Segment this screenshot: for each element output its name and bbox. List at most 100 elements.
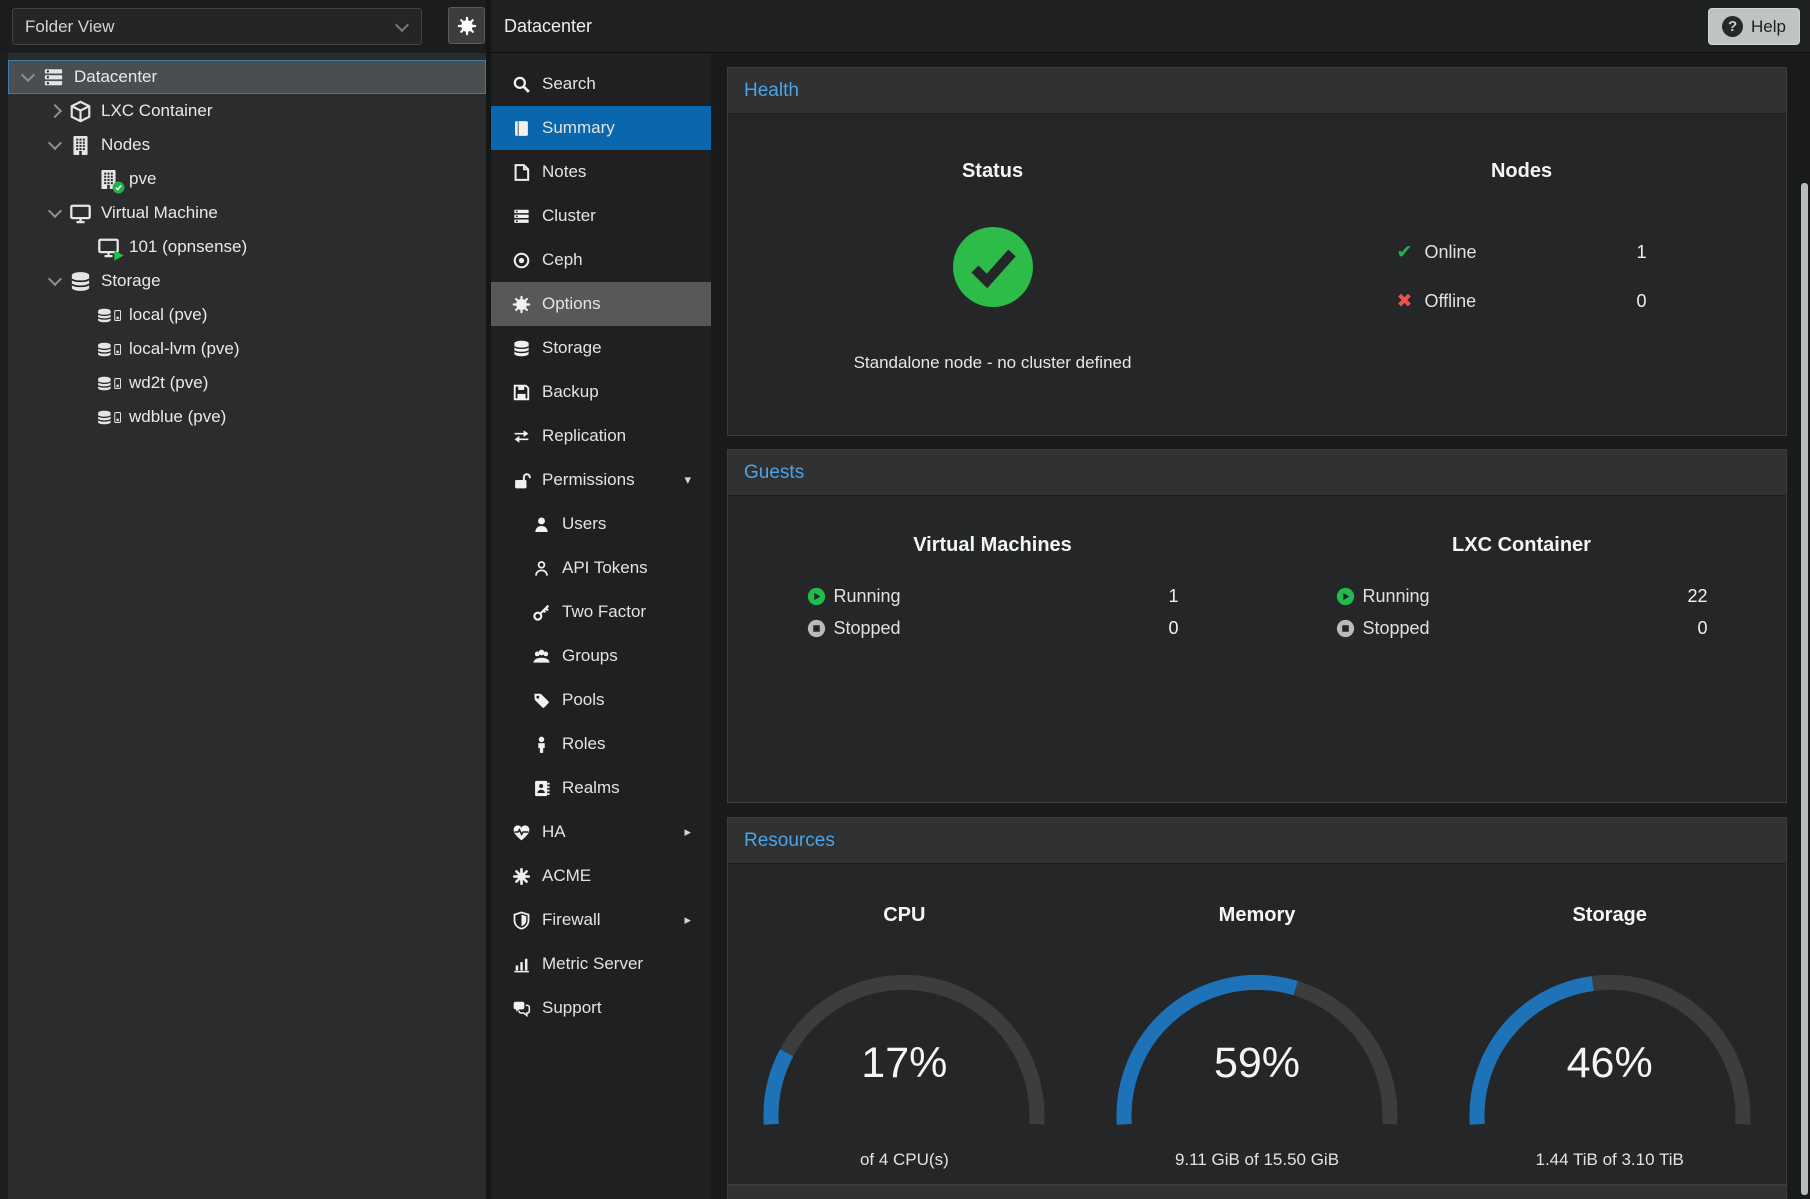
tree-item-lxc-container[interactable]: LXC Container (8, 94, 486, 128)
menu-item-label: ACME (542, 866, 591, 886)
tree-item-storage-wd2t[interactable]: wd2t (pve) (8, 366, 486, 400)
menu-item-ha[interactable]: HA ▸ (491, 810, 711, 854)
tree-item-virtual-machine[interactable]: Virtual Machine (8, 196, 486, 230)
chevron-down-icon (395, 17, 409, 31)
tree-item-storage-wdblue[interactable]: wdblue (pve) (8, 400, 486, 434)
menu-item-roles[interactable]: Roles (491, 722, 711, 766)
tree-item-datacenter[interactable]: Datacenter (8, 60, 486, 94)
menu-item-ceph[interactable]: Ceph (491, 238, 711, 282)
nodes-online-label: Online (1425, 242, 1477, 263)
menu-item-two-factor[interactable]: Two Factor (491, 590, 711, 634)
menu-item-options[interactable]: Options (491, 282, 711, 326)
collapse-caret-icon[interactable] (48, 278, 62, 284)
menu-item-replication[interactable]: Replication (491, 414, 711, 458)
vm-stopped-label: Stopped (834, 618, 901, 639)
collapse-caret-icon[interactable] (48, 142, 62, 148)
menu-item-label: Firewall (542, 910, 601, 930)
menu-item-search[interactable]: Search (491, 62, 711, 106)
vertical-scrollbar-thumb[interactable] (1801, 183, 1808, 1195)
menu-item-metric-server[interactable]: Metric Server (491, 942, 711, 986)
memory-gauge: 59% (1107, 969, 1407, 1134)
status-ok-icon (951, 225, 1035, 309)
resources-panel-title: Resources (728, 818, 1786, 864)
storage-header: Storage (1572, 904, 1646, 927)
storage-gauge-column: Storage 46% 1.44 TiB of 3.10 TiB (1433, 864, 1786, 1170)
monitor-icon (68, 202, 93, 225)
menu-item-storage[interactable]: Storage (491, 326, 711, 370)
vm-stopped-row: Stopped 0 (807, 615, 1179, 642)
menu-item-summary[interactable]: Summary (491, 106, 711, 150)
cpu-header: CPU (883, 904, 925, 927)
lxc-stopped-row: Stopped 0 (1336, 615, 1708, 642)
menu-item-label: Support (542, 998, 602, 1018)
unlock-icon (511, 471, 531, 490)
menu-item-label: Cluster (542, 206, 596, 226)
summary-content: Health Status Standalone node - no clust… (711, 53, 1810, 1199)
tree-item-storage[interactable]: Storage (8, 264, 486, 298)
caret-right-icon: ▸ (684, 912, 691, 928)
menu-item-api-tokens[interactable]: API Tokens (491, 546, 711, 590)
storage-drive-icon (96, 304, 121, 327)
datacenter-menu: Search Summary Notes Cluster Ceph Option… (491, 53, 711, 1199)
menu-item-label: Summary (542, 118, 615, 138)
cpu-gauge: 17% (754, 969, 1054, 1134)
menu-item-label: Replication (542, 426, 626, 446)
cluster-status-column: Status Standalone node - no cluster defi… (728, 114, 1257, 373)
health-panel: Health Status Standalone node - no clust… (727, 67, 1787, 436)
heartbeat-icon (511, 823, 531, 842)
vm-header: Virtual Machines (913, 534, 1072, 557)
menu-item-label: Options (542, 294, 601, 314)
menu-item-label: HA (542, 822, 566, 842)
menu-item-groups[interactable]: Groups (491, 634, 711, 678)
nodes-online-value: 1 (1636, 242, 1646, 263)
memory-detail: 9.11 GiB of 15.50 GiB (1175, 1150, 1339, 1170)
gear-icon (457, 16, 477, 36)
group-icon (531, 647, 551, 666)
tree-item-storage-local[interactable]: local (pve) (8, 298, 486, 332)
menu-item-notes[interactable]: Notes (491, 150, 711, 194)
menu-item-label: Backup (542, 382, 599, 402)
menu-item-label: Permissions (542, 470, 635, 490)
stop-circle-icon (1336, 619, 1355, 638)
tree-item-label: local-lvm (pve) (129, 339, 240, 359)
book-icon (511, 119, 531, 138)
menu-item-cluster[interactable]: Cluster (491, 194, 711, 238)
nodes-header: Nodes (1491, 160, 1552, 183)
menu-item-label: Pools (562, 690, 605, 710)
tree-settings-button[interactable] (448, 7, 485, 44)
menu-item-permissions[interactable]: Permissions ▾ (491, 458, 711, 502)
menu-item-realms[interactable]: Realms (491, 766, 711, 810)
tree-item-label: LXC Container (101, 101, 213, 121)
menu-item-pools[interactable]: Pools (491, 678, 711, 722)
help-button[interactable]: ? Help (1708, 8, 1800, 45)
tree-item-label: wd2t (pve) (129, 373, 208, 393)
menu-item-firewall[interactable]: Firewall ▸ (491, 898, 711, 942)
collapse-caret-icon[interactable] (21, 74, 35, 80)
vm-running-icon (96, 236, 121, 259)
nodes-offline-label: Offline (1425, 291, 1477, 312)
menu-item-users[interactable]: Users (491, 502, 711, 546)
lxc-stopped-label: Stopped (1363, 618, 1430, 639)
expand-caret-icon[interactable] (48, 106, 62, 116)
online-check-icon (112, 181, 125, 194)
tree-item-storage-local-lvm[interactable]: local-lvm (pve) (8, 332, 486, 366)
address-book-icon (531, 779, 551, 798)
view-mode-select[interactable]: Folder View (12, 8, 422, 45)
lxc-running-row: Running 22 (1336, 583, 1708, 610)
menu-item-backup[interactable]: Backup (491, 370, 711, 414)
storage-detail: 1.44 TiB of 3.10 TiB (1535, 1150, 1683, 1170)
tree-item-vm-101[interactable]: 101 (opnsense) (8, 230, 486, 264)
menu-item-label: Two Factor (562, 602, 646, 622)
tree-item-pve[interactable]: pve (8, 162, 486, 196)
ceph-icon (511, 251, 531, 270)
tree-item-nodes[interactable]: Nodes (8, 128, 486, 162)
collapse-caret-icon[interactable] (48, 210, 62, 216)
memory-percent: 59% (1107, 1039, 1407, 1088)
menu-item-label: Metric Server (542, 954, 643, 974)
menu-item-support[interactable]: Support (491, 986, 711, 1030)
search-icon (511, 75, 531, 94)
play-circle-icon (807, 587, 826, 606)
tree-item-label: Virtual Machine (101, 203, 218, 223)
menu-item-acme[interactable]: ACME (491, 854, 711, 898)
nodes-offline-value: 0 (1636, 291, 1646, 312)
